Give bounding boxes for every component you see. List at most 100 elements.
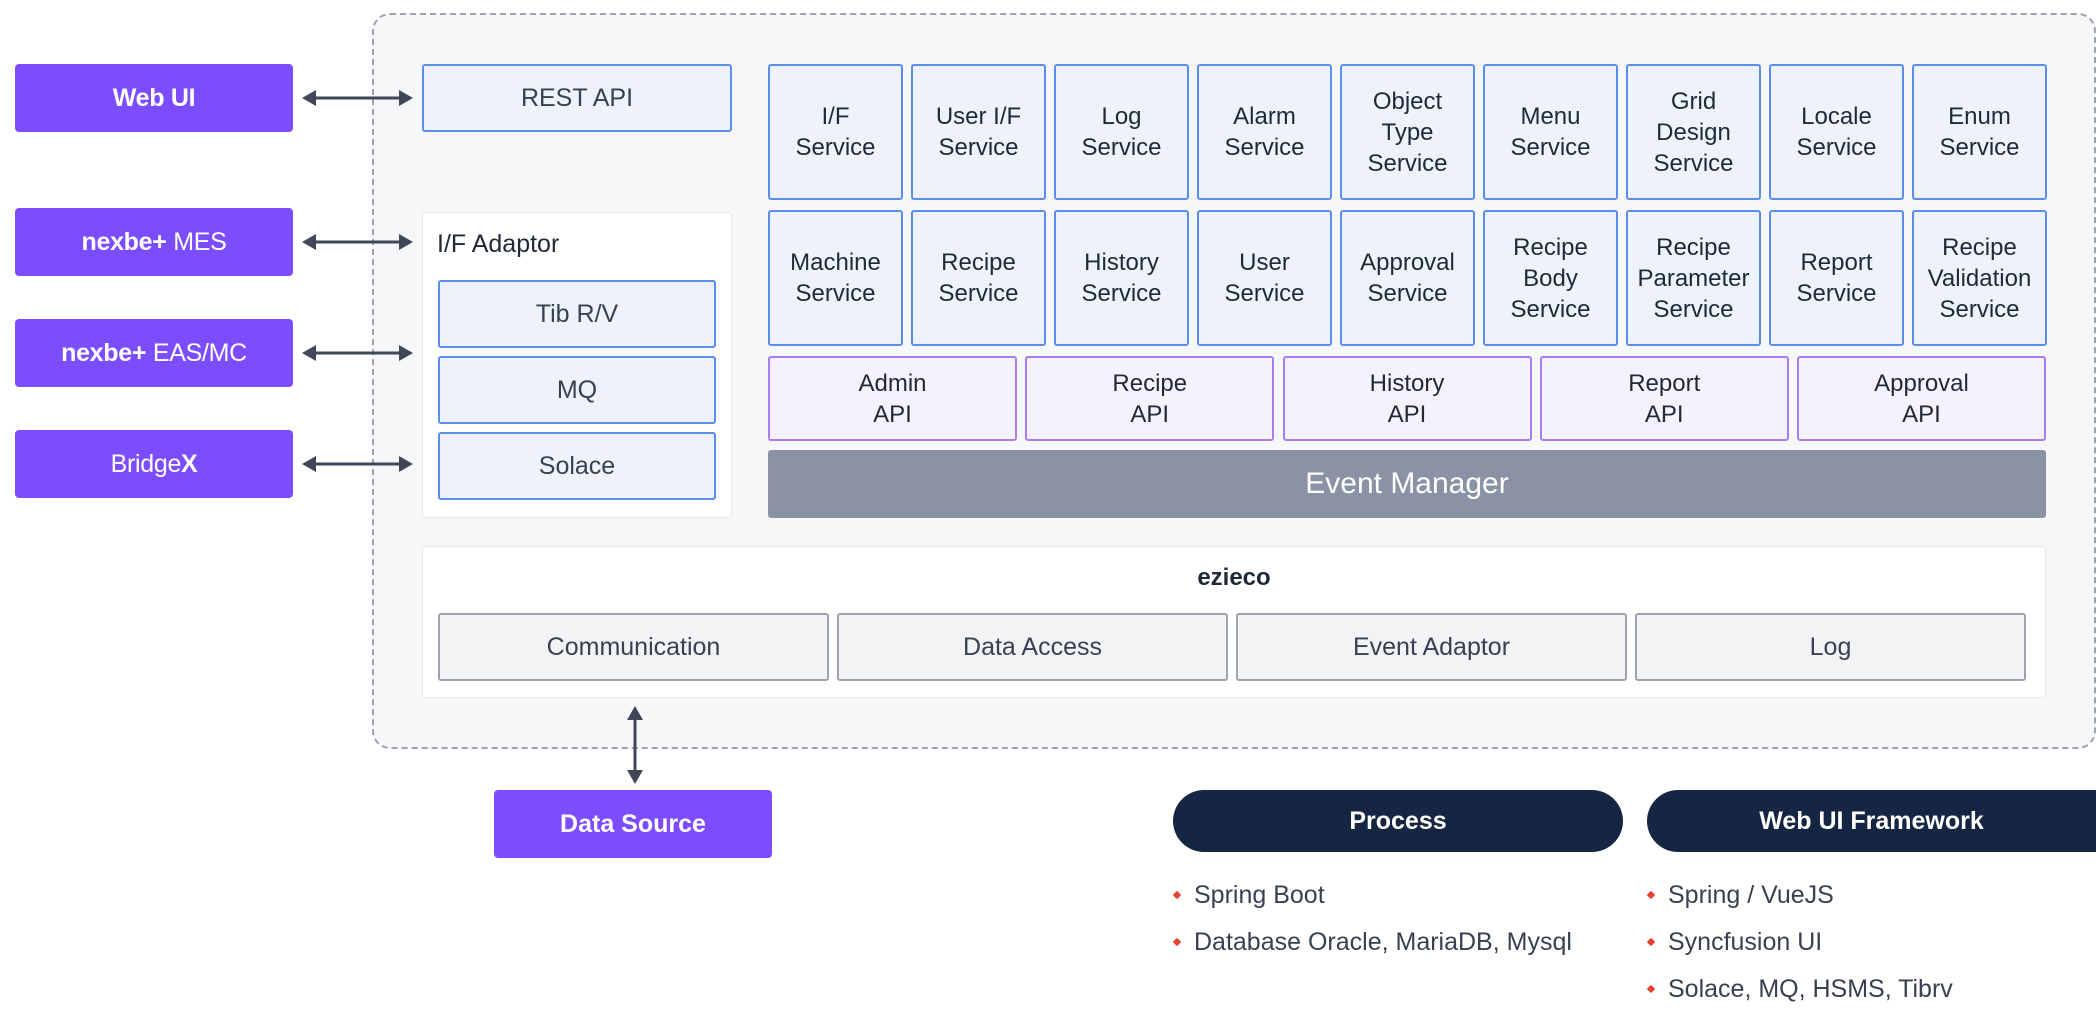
svc-label-line: Recipe: [941, 249, 1016, 276]
api-label-line: Report: [1628, 369, 1701, 397]
svc-label-line: Service: [1367, 149, 1448, 177]
solace-box: Solace: [438, 432, 716, 500]
svc-label-line: User I/F: [935, 103, 1022, 130]
svc-label: Approval Service: [1360, 247, 1455, 309]
data-access-box: Data Access: [837, 613, 1228, 681]
svc-label: Recipe Body Service: [1510, 232, 1590, 325]
eas-label: EAS/MC: [146, 338, 247, 367]
bridgex-node: Bridge X: [15, 430, 293, 498]
svc-label-line: Service: [1224, 134, 1305, 161]
svc-label: History Service: [1081, 247, 1161, 309]
svc-label: I/F Service: [795, 101, 875, 163]
svc-label-line: Menu: [1520, 103, 1581, 130]
history-api-box: History API: [1282, 356, 1532, 441]
report-service-box: Report Service: [1769, 210, 1904, 346]
svc-label: User I/F Service: [936, 101, 1021, 163]
svc-label-line: Service: [938, 134, 1019, 161]
svc-label-line: Service: [1367, 280, 1448, 307]
ezieco-title: ezieco: [1197, 564, 1271, 591]
recipe-api-box: Recipe API: [1025, 356, 1275, 441]
svc-label-line: Type: [1381, 118, 1434, 146]
svc-label-line: User: [1239, 249, 1290, 276]
alarm-service-box: Alarm Service: [1197, 64, 1332, 200]
svc-label: Locale Service: [1796, 101, 1876, 163]
web-ui-framework-list: Spring / VueJS Syncfusion UI Solace, MQ,…: [1646, 879, 1953, 1020]
enum-service-box: Enum Service: [1912, 64, 2047, 200]
svc-label-line: Service: [1796, 280, 1877, 307]
bridge-label: Bridge: [110, 449, 182, 478]
svc-label-line: Locale: [1801, 103, 1872, 130]
recipe-parameter-service-box: Recipe Parameter Service: [1626, 210, 1761, 346]
mes-arrow: [302, 234, 413, 250]
svc-label-line: Enum: [1948, 103, 2011, 130]
svc-label-line: Recipe: [1942, 233, 2017, 261]
framework-item: Syncfusion UI: [1646, 926, 1953, 973]
svc-label-line: Object: [1372, 87, 1443, 115]
object-type-service-box: Object Type Service: [1340, 64, 1475, 200]
api-label-line: API: [1130, 400, 1170, 428]
tib-rv-box: Tib R/V: [438, 280, 716, 348]
communication-box: Communication: [438, 613, 829, 681]
svc-label-line: Service: [1939, 134, 2020, 161]
svc-label-line: Service: [1510, 295, 1591, 323]
svc-label-line: Parameter: [1637, 264, 1750, 292]
api-label-line: Recipe: [1112, 369, 1188, 397]
svc-label: Alarm Service: [1224, 101, 1304, 163]
recipe-validation-service-box: Recipe Validation Service: [1912, 210, 2047, 346]
svc-label: Recipe Validation Service: [1928, 232, 2032, 325]
svc-label-line: Recipe: [1656, 233, 1731, 261]
event-adaptor-box: Event Adaptor: [1236, 613, 1627, 681]
nexbe-eas-node: nexbe+ EAS/MC: [15, 319, 293, 387]
svc-label-line: Service: [938, 280, 1019, 307]
web-ui-arrow: [302, 90, 413, 106]
machine-service-box: Machine Service: [768, 210, 903, 346]
api-label-line: API: [873, 400, 912, 428]
api-label: Recipe API: [1112, 368, 1187, 430]
svc-label-line: Machine: [790, 249, 881, 276]
bridge-x: X: [181, 449, 198, 478]
svc-label-line: Service: [1081, 280, 1162, 307]
svc-label-line: Design: [1656, 118, 1731, 146]
svc-label: Report Service: [1796, 247, 1876, 309]
svc-label: Enum Service: [1939, 101, 2019, 163]
svc-label-line: Service: [1510, 134, 1591, 161]
svc-label-line: Report: [1800, 249, 1873, 276]
eas-brand: nexbe+: [61, 338, 147, 367]
api-label-line: API: [1902, 400, 1941, 428]
svc-label: Grid Design Service: [1653, 86, 1733, 179]
mes-label: MES: [166, 227, 227, 256]
api-label: History API: [1370, 368, 1445, 430]
data-source-node: Data Source: [494, 790, 772, 858]
locale-service-box: Locale Service: [1769, 64, 1904, 200]
svc-label-line: Log: [1101, 103, 1142, 130]
svc-label: User Service: [1224, 247, 1304, 309]
svc-label-line: Validation: [1927, 264, 2032, 292]
recipe-service-box: Recipe Service: [911, 210, 1046, 346]
web-ui-node: Web UI: [15, 64, 293, 132]
api-label: Approval API: [1874, 368, 1969, 430]
api-label-line: History: [1369, 369, 1445, 397]
report-api-box: Report API: [1539, 356, 1789, 441]
history-service-box: History Service: [1054, 210, 1189, 346]
svc-label-line: Service: [1653, 149, 1734, 177]
mes-brand: nexbe+: [81, 227, 167, 256]
rest-api-box: REST API: [422, 64, 732, 132]
svc-label: Machine Service: [790, 247, 881, 309]
api-label-line: Admin: [858, 369, 927, 397]
svc-label-line: Service: [795, 280, 876, 307]
process-pill: Process: [1173, 790, 1623, 852]
i-f-service-box: I/F Service: [768, 64, 903, 200]
svc-label-line: Service: [1796, 134, 1877, 161]
svc-label: Menu Service: [1510, 101, 1590, 163]
framework-item: Solace, MQ, HSMS, Tibrv: [1646, 973, 1953, 1020]
svc-label-line: Approval: [1360, 249, 1455, 276]
approval-service-box: Approval Service: [1340, 210, 1475, 346]
svc-label-line: Service: [1653, 295, 1734, 323]
mq-box: MQ: [438, 356, 716, 424]
api-label: Admin API: [858, 368, 926, 430]
api-label-line: API: [1387, 400, 1427, 428]
web-ui-framework-pill: Web UI Framework: [1647, 790, 2096, 852]
svc-label-line: I/F: [821, 103, 850, 130]
svc-label-line: Alarm: [1233, 103, 1296, 130]
svc-label-line: Service: [1224, 280, 1305, 307]
